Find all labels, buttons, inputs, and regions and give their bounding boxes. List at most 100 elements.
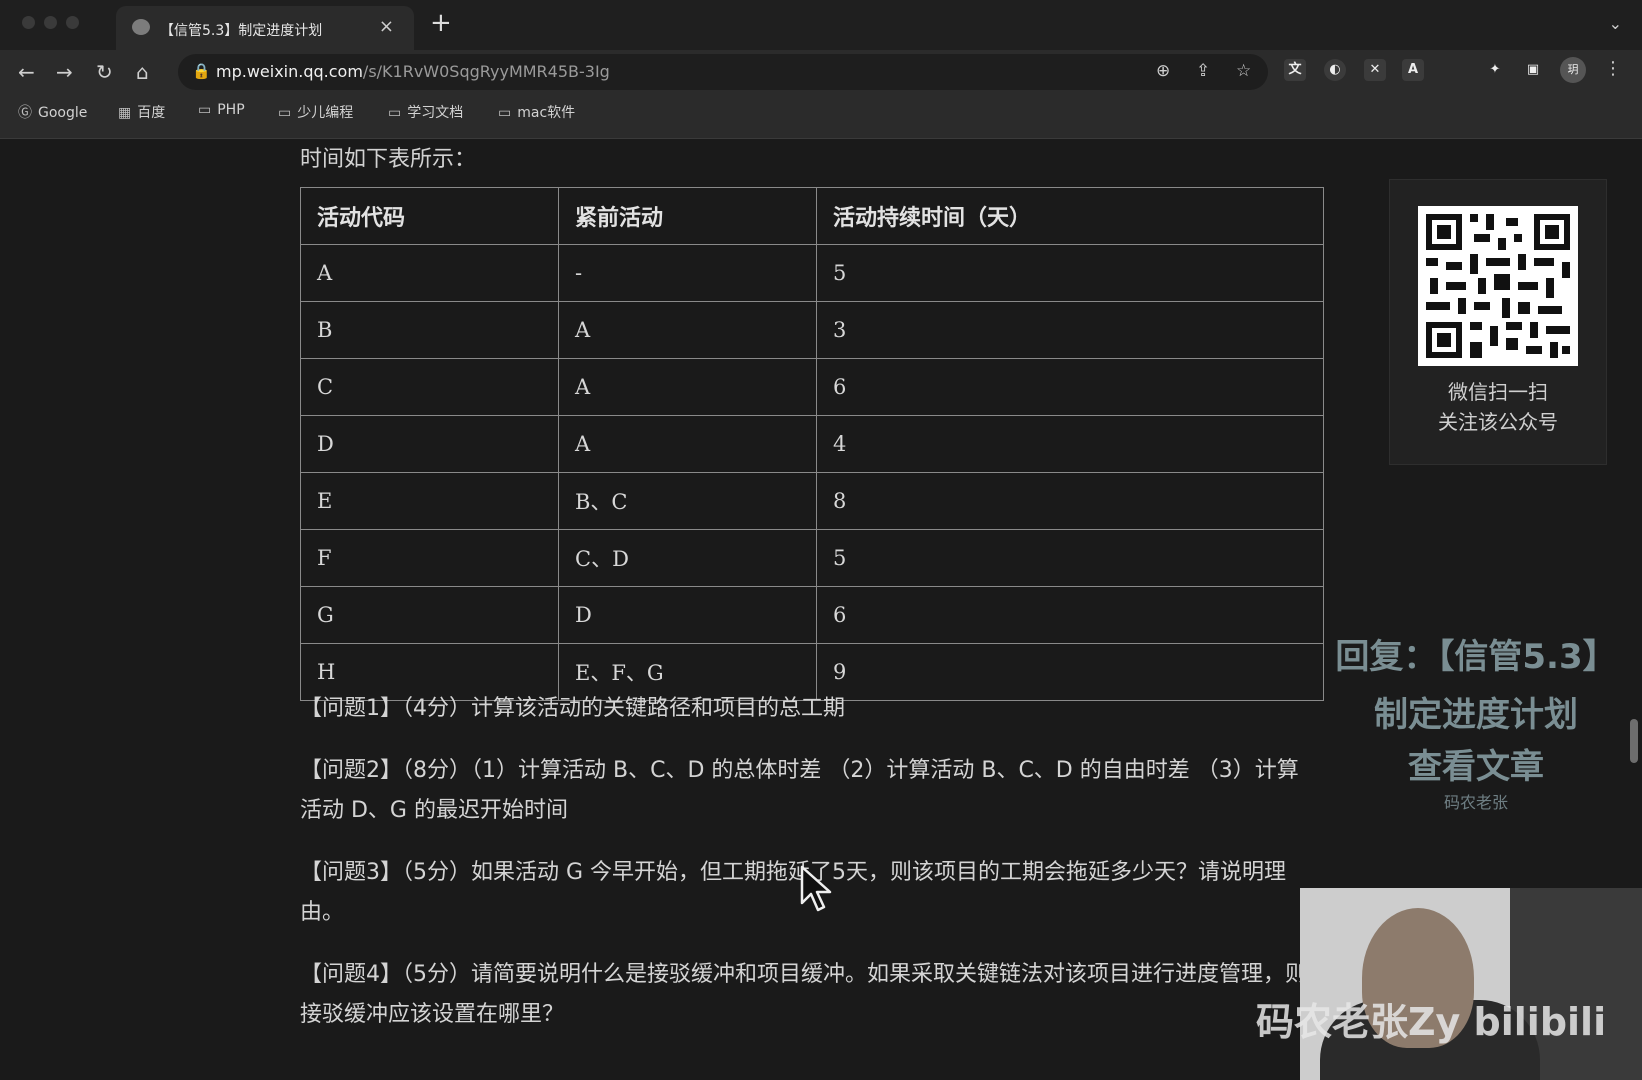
address-bar[interactable]: 🔒 mp.weixin.qq.com/s/K1RvW0SqgRyyMMR45B-… xyxy=(178,54,1268,90)
bookmark-kids-coding[interactable]: ▭ 少儿编程 xyxy=(278,102,353,122)
bookmark-study-docs[interactable]: ▭ 学习文档 xyxy=(388,102,463,122)
table-cell: A xyxy=(558,415,817,473)
circle-extension-icon[interactable]: ◐ xyxy=(1324,59,1346,81)
table-row: BA3 xyxy=(300,301,1324,359)
table-cell: E xyxy=(300,472,559,530)
table-cell: A xyxy=(558,358,817,416)
table-cell: B xyxy=(300,301,559,359)
table-row: F C、D 5 xyxy=(300,529,1324,587)
table-cell: 5 xyxy=(816,529,1324,587)
overlay-author-text: 码农老张 xyxy=(1443,793,1508,812)
overlay-reply-text: 回复：【信管5.3】 xyxy=(1335,637,1617,677)
question-2: 【问题2】（8分）（1）计算活动 B、C、D 的总体时差 （2）计算活动 B、C… xyxy=(300,758,1299,823)
article-page: 时间如下表所示： 活动代码 紧前活动 活动持续时间（天） A-5 BA3 CA6… xyxy=(0,139,1642,1080)
qr-caption-line1: 微信扫一扫 xyxy=(1448,380,1548,404)
side-panel-icon[interactable]: ▣ xyxy=(1522,59,1544,81)
qr-caption-line2: 关注该公众号 xyxy=(1438,410,1558,434)
url-text[interactable]: mp.weixin.qq.com/s/K1RvW0SqgRyyMMR45B-3I… xyxy=(216,62,610,81)
table-cell: 8 xyxy=(816,472,1324,530)
lock-icon[interactable]: 🔒 xyxy=(192,62,211,80)
page-scrollbar[interactable] xyxy=(1630,719,1638,763)
baidu-icon: ▦ xyxy=(118,105,132,121)
forward-arrow-icon[interactable]: → xyxy=(56,60,73,84)
bookmark-label: mac软件 xyxy=(517,105,576,121)
puzzle-extensions-icon[interactable]: ✦ xyxy=(1484,59,1506,81)
bookmark-php[interactable]: ▭ PHP xyxy=(198,102,245,118)
url-host: mp.weixin.qq.com xyxy=(216,62,363,81)
bookmark-label: 少儿编程 xyxy=(297,105,354,121)
table-cell: 6 xyxy=(816,358,1324,416)
zoom-icon[interactable]: ⊕ xyxy=(1156,61,1170,81)
table-row: CA6 xyxy=(300,358,1324,416)
folder-icon: ▭ xyxy=(198,102,212,118)
url-path: /s/K1RvW0SqgRyyMMR45B-3Ig xyxy=(362,62,610,81)
translate-extension-icon[interactable]: 文 xyxy=(1284,59,1306,81)
bookmark-label: 学习文档 xyxy=(407,105,464,121)
header-predecessor: 紧前活动 xyxy=(558,187,817,245)
video-watermark: 码农老张Zy bilibili xyxy=(1256,1000,1607,1044)
overlay-view-article-text: 查看文章 xyxy=(1408,747,1544,787)
table-cell: D xyxy=(300,415,559,473)
header-duration: 活动持续时间（天） xyxy=(816,187,1324,245)
share-icon[interactable]: ⇪ xyxy=(1196,61,1210,81)
home-icon[interactable]: ⌂ xyxy=(136,60,149,84)
back-arrow-icon[interactable]: ← xyxy=(18,60,35,84)
profile-avatar[interactable]: 玥 xyxy=(1560,57,1586,83)
tab-title: 【信管5.3】制定进度计划 xyxy=(160,23,323,39)
zoom-window-button[interactable] xyxy=(66,16,79,29)
browser-toolbar: ← → ↻ ⌂ 🔒 mp.weixin.qq.com/s/K1RvW0SqgRy… xyxy=(0,50,1642,139)
tab-strip: 【信管5.3】制定进度计划 × + ⌄ xyxy=(0,0,1642,50)
google-icon: Ⓖ xyxy=(18,105,32,121)
webcam-overlay xyxy=(1300,888,1642,1080)
font-extension-icon[interactable]: A xyxy=(1402,59,1424,81)
x-extension-icon[interactable]: ✕ xyxy=(1364,59,1386,81)
table-cell: B、C xyxy=(558,472,817,530)
bookmark-google[interactable]: Ⓖ Google xyxy=(18,102,87,122)
bookmarks-bar: Ⓖ Google ▦ 百度 ▭ PHP ▭ 少儿编程 ▭ 学习文档 ▭ mac软件 xyxy=(0,94,1642,134)
table-cell: - xyxy=(558,244,817,302)
table-row: DA4 xyxy=(300,415,1324,473)
table-header-row: 活动代码 紧前活动 活动持续时间（天） xyxy=(300,187,1324,245)
menu-kebab-icon[interactable]: ⋮ xyxy=(1604,58,1622,79)
reload-icon[interactable]: ↻ xyxy=(96,60,113,84)
intro-text: 时间如下表所示： xyxy=(300,147,477,172)
bookmark-label: Google xyxy=(38,105,88,121)
minimize-window-button[interactable] xyxy=(44,16,57,29)
folder-icon: ▭ xyxy=(498,105,512,121)
question-4: 【问题4】（5分）请简要说明什么是接驳缓冲和项目缓冲。如果采取关键链法对该项目进… xyxy=(300,962,1307,1027)
table-cell: 4 xyxy=(816,415,1324,473)
qr-code-icon xyxy=(1418,206,1578,366)
bookmark-label: PHP xyxy=(217,102,245,118)
new-tab-button[interactable]: + xyxy=(430,8,452,38)
close-window-button[interactable] xyxy=(22,16,35,29)
table-cell: C、D xyxy=(558,529,817,587)
wechat-favicon-icon xyxy=(132,19,150,35)
table-row: A-5 xyxy=(300,244,1324,302)
question-1: 【问题1】（4分）计算该活动的关键路径和项目的总工期 xyxy=(300,696,845,721)
table-cell: D xyxy=(558,586,817,644)
tab-close-icon[interactable]: × xyxy=(379,16,394,37)
table-cell: 5 xyxy=(816,244,1324,302)
folder-icon: ▭ xyxy=(278,105,292,121)
table-cell: F xyxy=(300,529,559,587)
table-cell: A xyxy=(558,301,817,359)
bookmark-star-icon[interactable]: ☆ xyxy=(1236,61,1251,81)
table-cell: A xyxy=(300,244,559,302)
table-row: E B、C 8 xyxy=(300,472,1324,530)
bookmark-baidu[interactable]: ▦ 百度 xyxy=(118,102,165,122)
table-cell: 3 xyxy=(816,301,1324,359)
table-cell: C xyxy=(300,358,559,416)
activity-table: 活动代码 紧前活动 活动持续时间（天） A-5 BA3 CA6 DA4 E B、C… xyxy=(300,187,1324,701)
table-cell: G xyxy=(300,586,559,644)
mouse-cursor-icon xyxy=(800,865,832,912)
overlay-title-text: 制定进度计划 xyxy=(1374,695,1578,735)
header-activity-code: 活动代码 xyxy=(300,187,559,245)
qr-card: 微信扫一扫 关注该公众号 xyxy=(1389,179,1607,465)
bookmark-label: 百度 xyxy=(137,105,166,121)
folder-icon: ▭ xyxy=(388,105,402,121)
table-cell: 6 xyxy=(816,586,1324,644)
table-row: GD6 xyxy=(300,586,1324,644)
tab-search-chevron-icon[interactable]: ⌄ xyxy=(1609,14,1622,33)
bookmark-mac-software[interactable]: ▭ mac软件 xyxy=(498,102,575,122)
tab-active[interactable]: 【信管5.3】制定进度计划 × xyxy=(116,6,414,50)
